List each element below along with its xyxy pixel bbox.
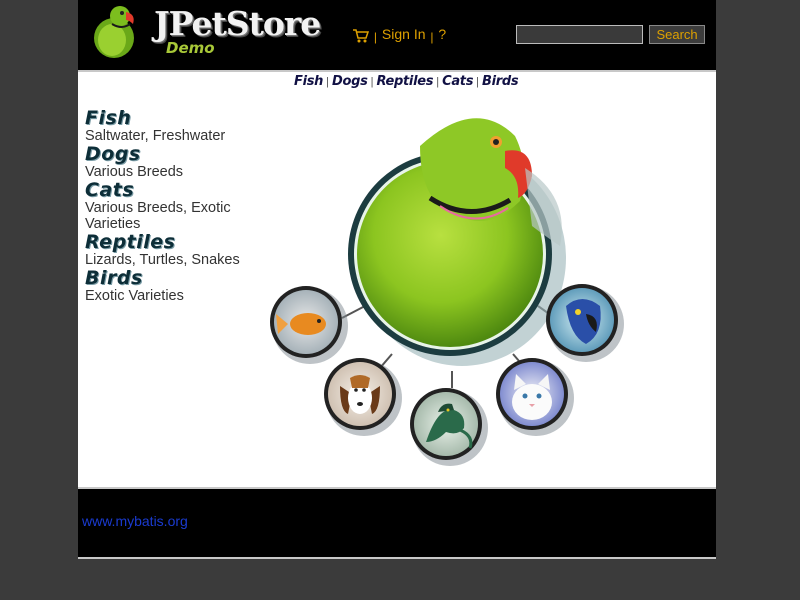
quick-link-separator: | — [370, 76, 374, 88]
splash-cats-area[interactable] — [496, 358, 574, 436]
sidebar-item-description: Various Breeds, Exotic Varieties — [85, 200, 231, 232]
splash-macaw-area[interactable] — [546, 284, 624, 362]
splash-fish-area[interactable] — [270, 286, 348, 364]
header: JPetStore Demo | Sign In | ? Search — [78, 0, 716, 70]
parrot-logo-icon — [94, 6, 134, 58]
sidebar-item-description: Exotic Varieties — [85, 288, 184, 304]
menu-separator: | — [373, 30, 378, 44]
quick-link-cats[interactable]: Cats — [442, 74, 473, 89]
page: JPetStore Demo | Sign In | ? Search Fish… — [78, 0, 716, 559]
sidebar-item-cats[interactable]: Cats — [85, 180, 255, 200]
splash-birds-area[interactable] — [348, 118, 566, 366]
shopping-cart-icon[interactable] — [353, 29, 370, 46]
logo-subtitle: Demo — [166, 39, 215, 57]
mybatis-link[interactable]: www.mybatis.org — [82, 513, 188, 529]
splash-reptiles-area[interactable] — [410, 388, 488, 466]
logo-title: JPetStore — [154, 4, 321, 43]
sidebar-item-description: Lizards, Turtles, Snakes — [85, 252, 240, 268]
logo[interactable]: JPetStore Demo — [86, 2, 321, 62]
quick-link-reptiles[interactable]: Reptiles — [376, 74, 433, 89]
quick-link-separator: | — [326, 76, 329, 88]
sidebar-item-description: Saltwater, Freshwater — [85, 128, 226, 144]
sidebar-item-fish[interactable]: Fish — [85, 108, 255, 128]
header-menu: | Sign In | ? — [353, 26, 446, 46]
quick-link-separator: | — [476, 76, 480, 88]
sidebar-item-birds[interactable]: Birds — [85, 268, 255, 288]
search-input[interactable] — [516, 25, 643, 44]
splash-dogs-area[interactable] — [324, 358, 402, 436]
quick-link-fish[interactable]: Fish — [294, 74, 323, 89]
quick-links: Fish | Dogs | Reptiles | Cats | Birds — [294, 73, 519, 89]
sidebar-item-description: Various Breeds — [85, 164, 184, 180]
sidebar-item-dogs[interactable]: Dogs — [85, 144, 255, 164]
menu-separator: | — [430, 30, 434, 44]
sidebar: Fish Saltwater, Freshwater Dogs Various … — [85, 108, 255, 304]
help-link[interactable]: ? — [438, 26, 446, 42]
quick-link-separator: | — [436, 76, 440, 88]
footer: www.mybatis.org — [78, 489, 716, 559]
search-form: Search — [516, 25, 705, 44]
sidebar-item-reptiles[interactable]: Reptiles — [85, 232, 255, 252]
quick-link-dogs[interactable]: Dogs — [332, 74, 368, 89]
sign-in-link[interactable]: Sign In — [382, 26, 426, 42]
quick-link-birds[interactable]: Birds — [482, 74, 519, 89]
main-content: Fish | Dogs | Reptiles | Cats | Birds Fish Saltw… — [78, 70, 716, 489]
search-button[interactable]: Search — [649, 25, 705, 44]
splash-image-map — [270, 118, 624, 466]
